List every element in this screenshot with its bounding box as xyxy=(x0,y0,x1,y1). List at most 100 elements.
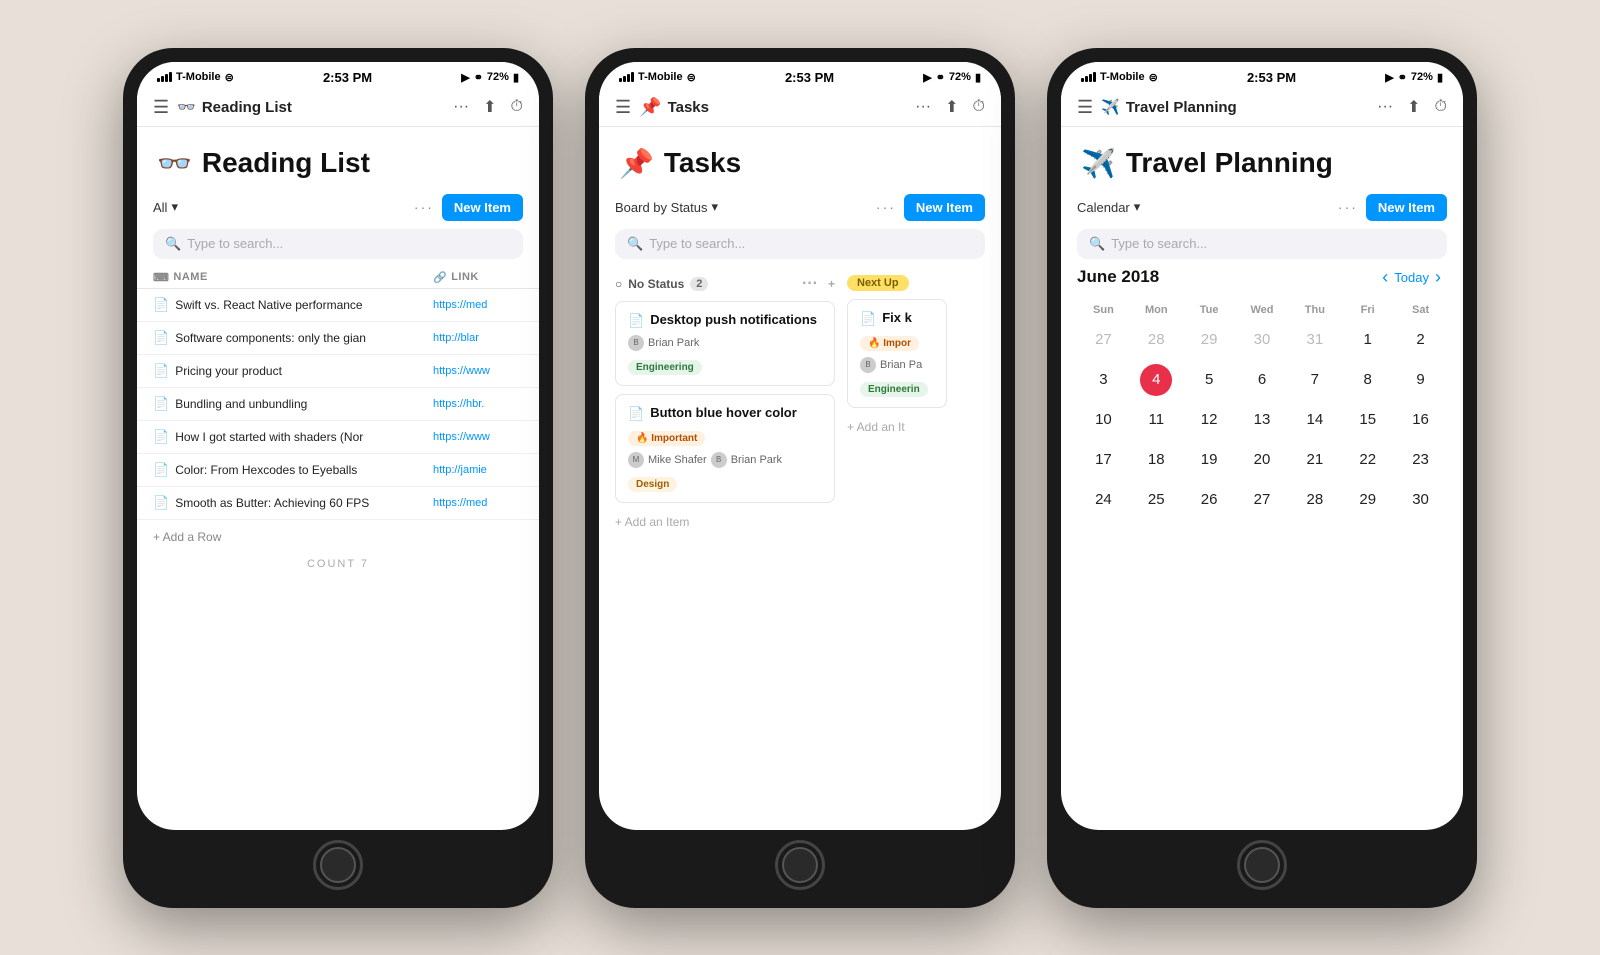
table-row[interactable]: 📄Color: From Hexcodes to Eyeballs http:/… xyxy=(137,454,539,487)
search-bar-2[interactable]: 🔍 Type to search... xyxy=(615,229,985,259)
more-icon[interactable]: ··· xyxy=(1377,98,1393,116)
table-row[interactable]: 📄Pricing your product https://www xyxy=(137,355,539,388)
signal-icon xyxy=(1081,72,1096,82)
table-row[interactable]: 📄Bundling and unbundling https://hbr. xyxy=(137,388,539,421)
cal-day-2[interactable]: 2 xyxy=(1412,321,1428,358)
toolbar-more-1[interactable]: ··· xyxy=(414,199,434,215)
table-row[interactable]: 📄Software components: only the gian http… xyxy=(137,322,539,355)
cal-day-18[interactable]: 18 xyxy=(1144,441,1169,478)
search-input-3[interactable]: Type to search... xyxy=(1111,236,1435,251)
cal-day-28-may[interactable]: 28 xyxy=(1144,321,1169,358)
cal-day-23[interactable]: 23 xyxy=(1408,441,1433,478)
toolbar-more-3[interactable]: ··· xyxy=(1338,199,1358,215)
task-card-push-notifications[interactable]: 📄 Desktop push notifications B Brian Par… xyxy=(615,301,835,386)
new-item-button-3[interactable]: New Item xyxy=(1366,194,1447,221)
share-icon[interactable]: ⬆ xyxy=(945,97,958,117)
tag-design: Design xyxy=(628,477,677,492)
table-row[interactable]: 📄Swift vs. React Native performance http… xyxy=(137,289,539,322)
col-add-icon[interactable]: ··· xyxy=(802,275,818,293)
search-input-1[interactable]: Type to search... xyxy=(187,236,511,251)
cal-day-25[interactable]: 25 xyxy=(1144,481,1169,518)
cal-day-29[interactable]: 29 xyxy=(1355,481,1380,518)
cal-day-8[interactable]: 8 xyxy=(1360,361,1376,398)
col-header-next-up: Next Up xyxy=(847,275,947,291)
cal-day-11[interactable]: 11 xyxy=(1144,401,1168,438)
history-icon[interactable]: ⏱ xyxy=(511,98,523,116)
tag-engineering-partial: Engineerin xyxy=(860,382,928,397)
menu-icon[interactable]: ☰ xyxy=(1077,97,1093,118)
cal-day-15[interactable]: 15 xyxy=(1355,401,1380,438)
cal-day-3[interactable]: 3 xyxy=(1095,361,1111,398)
content-2: 📌 Tasks Board by Status ▾ ··· New Item 🔍… xyxy=(599,127,1001,830)
table-row[interactable]: 📄How I got started with shaders (Nor htt… xyxy=(137,421,539,454)
new-item-button-2[interactable]: New Item xyxy=(904,194,985,221)
filter-dropdown-1[interactable]: All ▾ xyxy=(153,199,178,215)
cal-day-12[interactable]: 12 xyxy=(1197,401,1222,438)
search-input-2[interactable]: Type to search... xyxy=(649,236,973,251)
home-button-1[interactable] xyxy=(313,840,363,890)
cal-day-4-today[interactable]: 4 xyxy=(1140,364,1172,396)
cal-day-26[interactable]: 26 xyxy=(1197,481,1222,518)
cal-day-24[interactable]: 24 xyxy=(1091,481,1116,518)
cal-day-19[interactable]: 19 xyxy=(1197,441,1222,478)
cal-day-27[interactable]: 27 xyxy=(1250,481,1275,518)
cal-day-14[interactable]: 14 xyxy=(1303,401,1328,438)
filter-dropdown-3[interactable]: Calendar ▾ xyxy=(1077,199,1140,215)
add-item-next-up[interactable]: + Add an It xyxy=(847,416,947,438)
menu-icon[interactable]: ☰ xyxy=(615,97,631,118)
add-row-button[interactable]: + Add a Row xyxy=(137,520,539,554)
toolbar-2: Board by Status ▾ ··· New Item xyxy=(599,190,1001,229)
nav-bar-3: ☰ ✈️ Travel Planning ··· ⬆ ⏱ xyxy=(1061,89,1463,127)
cal-day-17[interactable]: 17 xyxy=(1091,441,1116,478)
cal-day-30-may[interactable]: 30 xyxy=(1250,321,1275,358)
prev-month-button[interactable]: ‹ xyxy=(1376,267,1394,288)
tag-important: 🔥 Important xyxy=(628,431,705,446)
cal-day-27-may[interactable]: 27 xyxy=(1091,321,1116,358)
content-1: 👓 Reading List All ▾ ··· New Item 🔍 Type… xyxy=(137,127,539,830)
next-month-button[interactable]: › xyxy=(1429,267,1447,288)
home-button-3[interactable] xyxy=(1237,840,1287,890)
nav-title-3: ✈️ Travel Planning xyxy=(1101,98,1369,116)
add-item-no-status[interactable]: + Add an Item xyxy=(615,511,835,533)
cal-day-6[interactable]: 6 xyxy=(1254,361,1270,398)
day-header-fri: Fri xyxy=(1341,300,1394,320)
cal-day-9[interactable]: 9 xyxy=(1412,361,1428,398)
history-icon[interactable]: ⏱ xyxy=(1435,98,1447,116)
battery-label: 72% xyxy=(487,71,509,83)
today-button[interactable]: Today xyxy=(1394,270,1429,285)
search-icon-3: 🔍 xyxy=(1089,236,1105,252)
task-card-fix-k[interactable]: 📄 Fix k 🔥 Impor B Brian Pa Engineerin xyxy=(847,299,947,408)
cal-day-21[interactable]: 21 xyxy=(1303,441,1328,478)
time-label: 2:53 PM xyxy=(785,70,834,85)
history-icon[interactable]: ⏱ xyxy=(973,98,985,116)
task-card-hover-color[interactable]: 📄 Button blue hover color 🔥 Important M … xyxy=(615,394,835,503)
day-header-sat: Sat xyxy=(1394,300,1447,320)
new-item-button-1[interactable]: New Item xyxy=(442,194,523,221)
home-button-2[interactable] xyxy=(775,840,825,890)
cal-day-7[interactable]: 7 xyxy=(1307,361,1323,398)
cal-day-5[interactable]: 5 xyxy=(1201,361,1217,398)
cal-day-28[interactable]: 28 xyxy=(1303,481,1328,518)
table-row[interactable]: 📄Smooth as Butter: Achieving 60 FPS http… xyxy=(137,487,539,520)
search-bar-1[interactable]: 🔍 Type to search... xyxy=(153,229,523,259)
menu-icon[interactable]: ☰ xyxy=(153,97,169,118)
col-plus-icon[interactable]: + xyxy=(828,277,835,291)
share-icon[interactable]: ⬆ xyxy=(1407,97,1420,117)
cal-day-13[interactable]: 13 xyxy=(1250,401,1275,438)
cal-day-31-may[interactable]: 31 xyxy=(1303,321,1328,358)
cal-day-29-may[interactable]: 29 xyxy=(1197,321,1222,358)
search-bar-3[interactable]: 🔍 Type to search... xyxy=(1077,229,1447,259)
phone-travel: T-Mobile ⊜ 2:53 PM ▶ ⚭ 72% ▮ ☰ ✈️ Travel… xyxy=(1047,48,1477,908)
more-icon[interactable]: ··· xyxy=(453,98,469,116)
cal-day-22[interactable]: 22 xyxy=(1355,441,1380,478)
cal-day-1[interactable]: 1 xyxy=(1360,321,1376,358)
share-icon[interactable]: ⬆ xyxy=(483,97,496,117)
filter-dropdown-2[interactable]: Board by Status ▾ xyxy=(615,199,718,215)
bluetooth-icon: ⚭ xyxy=(1398,71,1407,84)
cal-day-10[interactable]: 10 xyxy=(1091,401,1116,438)
more-icon[interactable]: ··· xyxy=(915,98,931,116)
cal-day-16[interactable]: 16 xyxy=(1408,401,1433,438)
cal-day-20[interactable]: 20 xyxy=(1250,441,1275,478)
toolbar-more-2[interactable]: ··· xyxy=(876,199,896,215)
cal-day-30[interactable]: 30 xyxy=(1408,481,1433,518)
